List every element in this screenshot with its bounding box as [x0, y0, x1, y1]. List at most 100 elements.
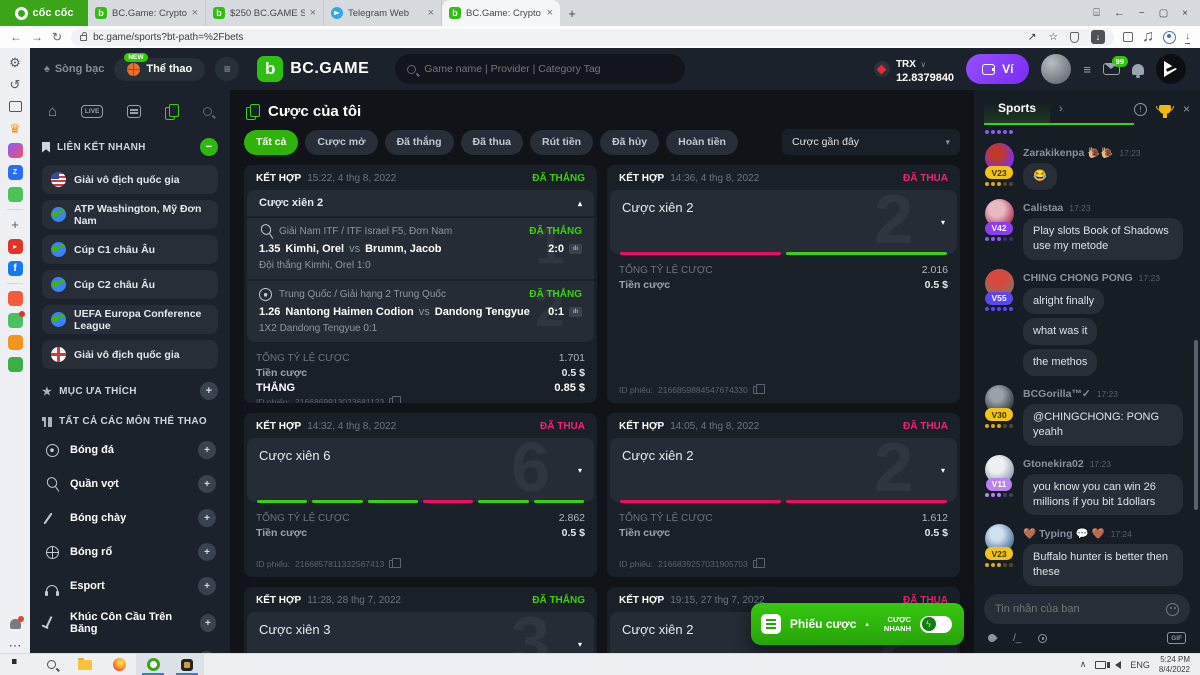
notifications-icon[interactable]: [1132, 64, 1144, 75]
caret-down-icon[interactable]: ▾: [941, 218, 945, 227]
pinned-app[interactable]: [170, 654, 204, 675]
stats-icon[interactable]: ılı: [569, 307, 582, 317]
cart-icon[interactable]: [8, 335, 23, 350]
chat-scrollbar[interactable]: [1194, 340, 1198, 510]
taskbar-search[interactable]: [34, 654, 68, 675]
adblock-shield-icon[interactable]: [1070, 32, 1079, 43]
media-icon[interactable]: ♫: [1142, 28, 1154, 46]
emoji-icon[interactable]: [1166, 603, 1179, 616]
network-icon[interactable]: [1095, 661, 1106, 669]
game-search-input[interactable]: [424, 63, 673, 75]
caret-down-icon[interactable]: ▾: [578, 640, 582, 649]
quick-link[interactable]: Cúp C1 châu Âu: [42, 235, 218, 264]
chevron-right-icon[interactable]: ›: [1059, 103, 1063, 115]
bookmark-star-icon[interactable]: ☆: [1049, 31, 1058, 43]
home-icon[interactable]: ⌂: [48, 103, 57, 120]
commands-icon[interactable]: /_: [1013, 633, 1021, 644]
sort-dropdown[interactable]: Cược gần đây ▾: [782, 129, 960, 155]
expand-icon[interactable]: +: [198, 543, 216, 561]
wallet-button[interactable]: Ví: [966, 54, 1029, 84]
sidebar-sport-cricket[interactable]: Bóng Gậy+: [30, 643, 230, 653]
notifications-bell-icon[interactable]: [10, 619, 21, 629]
tab-close-icon[interactable]: ×: [428, 7, 434, 19]
youtube-icon[interactable]: ▸: [8, 239, 23, 254]
start-button[interactable]: [0, 654, 34, 675]
filter-all[interactable]: Tất cả: [244, 130, 298, 155]
caret-down-icon[interactable]: ▾: [941, 466, 945, 475]
bet-card-combo-lost[interactable]: KẾT HỢP 14:36, 4 thg 8, 2022 ĐÃ THUA Cượ…: [607, 165, 960, 403]
language-indicator[interactable]: ENG: [1130, 660, 1150, 670]
chat-tab-sports[interactable]: Sports: [984, 93, 1050, 125]
browser-tab-1[interactable]: b BC.Game: Crypto Casino Gan ×: [88, 0, 206, 26]
chat-username[interactable]: CHING CHONG PONG: [1023, 272, 1133, 284]
expand-icon[interactable]: +: [198, 577, 216, 595]
filter-lost[interactable]: Đã thua: [461, 130, 524, 155]
url-text[interactable]: bc.game/sports?bt-path=%2Fbets: [93, 32, 1022, 43]
games-icon[interactable]: [8, 187, 23, 202]
add-shortcut-icon[interactable]: +: [8, 217, 23, 232]
download-icon[interactable]: ↓: [1091, 30, 1105, 44]
quick-link[interactable]: Cúp C2 châu Âu: [42, 270, 218, 299]
gif-icon[interactable]: GIF: [1167, 632, 1186, 644]
bet-card-combo-won[interactable]: KẾT HỢP 11:28, 28 thg 7, 2022 ĐÃ THẮNG C…: [244, 587, 597, 653]
file-explorer[interactable]: [68, 654, 102, 675]
profile-icon[interactable]: [1163, 31, 1176, 44]
quick-link[interactable]: Giải vô địch quốc gia: [42, 340, 218, 369]
wallet-card-icon[interactable]: [8, 357, 23, 372]
expand-icon[interactable]: +: [198, 509, 216, 527]
inbox-icon[interactable]: 99: [1103, 63, 1120, 75]
bet-type-row[interactable]: Cược xiên 2 ▴: [247, 190, 594, 216]
copy-icon[interactable]: [389, 398, 396, 403]
sidebar-sport-hockey[interactable]: Khúc Côn Cầu Trên Băng+: [30, 603, 230, 643]
newsfeed-icon[interactable]: [9, 101, 22, 112]
quick-bet-toggle[interactable]: ϟ: [920, 616, 952, 633]
zalo-icon[interactable]: Z: [8, 165, 23, 180]
tab-close-icon[interactable]: ×: [310, 7, 316, 19]
collapse-button[interactable]: −: [200, 138, 218, 156]
bet-card-combo-lost[interactable]: KẾT HỢP 14:05, 4 thg 8, 2022 ĐÃ THUA Cượ…: [607, 413, 960, 577]
volume-icon[interactable]: [1115, 661, 1121, 669]
bet-card-combo-lost[interactable]: KẾT HỢP 14:32, 4 thg 8, 2022 ĐÃ THUA Cượ…: [244, 413, 597, 577]
maximize-button[interactable]: ▢: [1159, 8, 1168, 19]
caret-up-icon[interactable]: ▴: [578, 199, 582, 208]
chat-username[interactable]: Gtonekira02: [1023, 458, 1084, 470]
filter-canceled[interactable]: Đã hủy: [600, 130, 659, 155]
nav-casino[interactable]: ♠ Sòng bạc: [44, 63, 104, 75]
shopping-icon[interactable]: [8, 291, 23, 306]
filter-refund[interactable]: Hoàn tiền: [666, 130, 738, 155]
search-tabs-icon[interactable]: ⌸: [1093, 7, 1100, 20]
quick-link[interactable]: UEFA Europa Conference League: [42, 305, 218, 334]
quick-link[interactable]: ATP Washington, Mỹ Đơn Nam: [42, 200, 218, 229]
tab-close-icon[interactable]: ×: [192, 7, 198, 19]
balance-selector[interactable]: TRX ∨ 12.8379840: [874, 54, 954, 84]
stats-icon[interactable]: ılı: [569, 244, 582, 254]
caret-down-icon[interactable]: ▾: [578, 466, 582, 475]
forward-icon[interactable]: →: [31, 30, 43, 44]
share-icon[interactable]: ↗: [1028, 31, 1037, 43]
browser-tab-4-active[interactable]: b BC.Game: Crypto Casino Gan ×: [442, 0, 560, 26]
sidebar-sport-tennis[interactable]: Quần vợt+: [30, 467, 230, 501]
reload-icon[interactable]: ↻: [52, 30, 62, 44]
live-icon[interactable]: LIVE: [81, 105, 103, 118]
nav-sports-active[interactable]: NEW Thể thao: [114, 58, 205, 81]
add-favorite-button[interactable]: +: [200, 382, 218, 400]
user-avatar[interactable]: [1041, 54, 1071, 84]
downloads-tray-icon[interactable]: ↓: [1185, 31, 1190, 44]
filter-cashout[interactable]: Rút tiền: [530, 130, 593, 155]
filter-won[interactable]: Đã thắng: [385, 130, 454, 155]
close-chat-icon[interactable]: ×: [1183, 102, 1190, 116]
my-bets-icon[interactable]: [165, 104, 179, 120]
messenger-icon[interactable]: [8, 143, 23, 158]
chat-username[interactable]: Zarakikenpa 🐌🐌: [1023, 146, 1113, 159]
close-window-button[interactable]: ×: [1182, 8, 1188, 19]
quick-link[interactable]: Giải vô địch quốc gia: [42, 165, 218, 194]
hidden-icons-chevron[interactable]: ∧: [1080, 659, 1087, 670]
betslip-button[interactable]: Phiếu cược ▴ CƯỢCNHANH ϟ: [751, 603, 964, 645]
sidebar-sport-baseball[interactable]: Bóng chày+: [30, 501, 230, 535]
sidebar-search-icon[interactable]: [203, 107, 212, 116]
sidebar-sport-football[interactable]: Bóng đá+: [30, 433, 230, 467]
tab-close-icon[interactable]: ×: [547, 7, 553, 19]
schedule-icon[interactable]: [127, 105, 141, 118]
crown-icon[interactable]: ♛: [8, 121, 23, 136]
firefox[interactable]: [102, 654, 136, 675]
